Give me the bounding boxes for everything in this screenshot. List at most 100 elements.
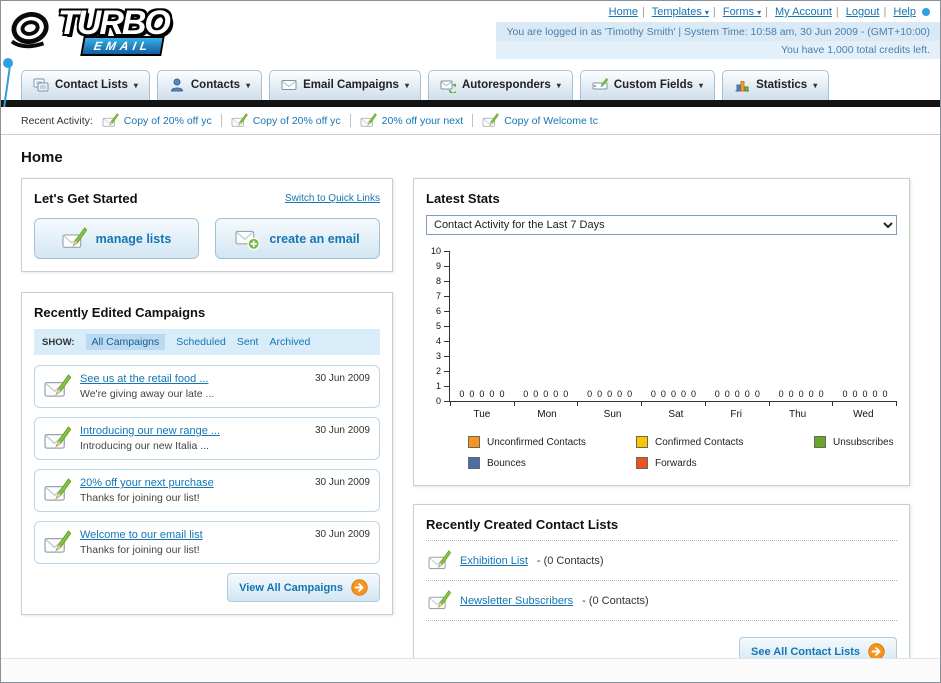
main-nav: Contact Lists ▾ Contacts ▾ Email Campaig…	[1, 65, 940, 100]
tab-all-campaigns[interactable]: All Campaigns	[85, 334, 166, 350]
custom-fields-icon	[592, 78, 608, 90]
nav-tab-contacts[interactable]: Contacts ▾	[156, 70, 263, 100]
tab-scheduled[interactable]: Scheduled	[176, 336, 226, 348]
chart-value-label: 0	[523, 389, 529, 399]
logo-swoosh-icon	[10, 12, 49, 49]
chart-bar-group: 00000	[459, 389, 504, 399]
chart-bar-group: 00000	[779, 389, 824, 399]
chart-y-tick-label: 5	[435, 321, 441, 331]
view-all-campaigns-button[interactable]: View All Campaigns	[227, 573, 380, 602]
switch-quick-links-link[interactable]: Switch to Quick Links	[285, 193, 380, 204]
chart-x-tick	[704, 402, 706, 406]
contact-list-link[interactable]: Newsletter Subscribers	[460, 595, 573, 607]
chevron-down-icon: ▾	[404, 80, 409, 90]
nav-tab-contact-lists[interactable]: Contact Lists ▾	[21, 70, 150, 100]
chart-plot-area: 00000000000000000000000000000000000	[449, 251, 897, 402]
top-link-forms[interactable]: Forms ▾	[723, 6, 761, 18]
campaign-link[interactable]: Welcome to our email list	[80, 529, 300, 541]
link-separator: |	[712, 6, 716, 18]
nav-tab-autoresponders[interactable]: Autoresponders ▾	[427, 70, 573, 100]
chart-x-tick-label: Tue	[473, 409, 491, 420]
top-link-help[interactable]: Help	[893, 6, 916, 18]
create-email-button[interactable]: create an email	[215, 218, 380, 259]
autoresponders-icon	[440, 80, 456, 93]
campaign-date: 30 Jun 2009	[314, 529, 370, 540]
contact-list-items: Exhibition List - (0 Contacts) Newslette…	[426, 540, 897, 621]
chart-plot-groups: 00000000000000000000000000000000000	[450, 389, 897, 399]
recent-activity-item[interactable]: Copy of 20% off yc	[102, 113, 212, 128]
campaign-link[interactable]: 20% off your next purchase	[80, 477, 300, 489]
legend-swatch	[636, 457, 648, 469]
chart-value-label: 0	[714, 389, 720, 399]
campaign-link[interactable]: See us at the retail food ...	[80, 373, 300, 385]
campaign-link[interactable]: Introducing our new range ...	[80, 425, 300, 437]
campaign-item: Welcome to our email list Thanks for joi…	[34, 521, 380, 564]
nav-tab-statistics[interactable]: Statistics ▾	[722, 70, 830, 100]
help-dot-decoration	[922, 8, 930, 17]
manage-lists-label: manage lists	[95, 231, 172, 246]
contact-list-detail: - (0 Contacts)	[536, 554, 604, 567]
top-link-templates[interactable]: Templates ▾	[652, 6, 709, 18]
recent-activity-item[interactable]: Copy of Welcome tc	[482, 113, 598, 128]
email-edit-icon	[44, 530, 71, 553]
statistics-icon	[735, 81, 750, 92]
chart-value-label: 0	[533, 389, 539, 399]
nav-tab-label: Custom Fields	[613, 79, 694, 91]
logo-turbo-text: TURBO	[58, 4, 171, 42]
nav-tab-email-campaigns[interactable]: Email Campaigns ▾	[269, 70, 421, 100]
logo-text: TURBO EMAIL	[58, 4, 171, 56]
manage-lists-button[interactable]: manage lists	[34, 218, 199, 259]
chart-y-tick-label: 1	[435, 381, 441, 391]
top-link-logout[interactable]: Logout	[846, 6, 880, 18]
nav-tab-custom-fields[interactable]: Custom Fields ▾	[579, 70, 716, 100]
show-label: SHOW:	[42, 336, 75, 348]
session-info: You are logged in as 'Timothy Smith' | S…	[496, 22, 940, 41]
chart-x-tick-label: Sat	[668, 409, 684, 420]
recent-activity-item-label: Copy of Welcome tc	[504, 114, 598, 127]
legend-label: Forwards	[655, 457, 697, 469]
divider-bar	[1, 100, 940, 107]
contact-list-link[interactable]: Exhibition List	[460, 555, 528, 567]
chart-value-label: 0	[690, 389, 696, 399]
chevron-down-icon: ▾	[556, 80, 561, 90]
legend-label: Bounces	[487, 457, 526, 469]
recent-contact-lists-box: Recently Created Contact Lists Exhibitio…	[413, 504, 910, 679]
chart-value-label: 0	[882, 389, 888, 399]
logo[interactable]: TURBO EMAIL	[1, 1, 171, 65]
item-separator	[220, 114, 222, 127]
email-edit-icon	[231, 113, 248, 127]
link-separator: |	[883, 6, 887, 18]
chevron-down-icon: ▾	[246, 80, 251, 90]
recent-activity-label: Recent Activity:	[21, 114, 93, 127]
list-edit-icon	[62, 227, 87, 248]
create-email-label: create an email	[269, 231, 360, 246]
top-link-my-account[interactable]: My Account	[775, 6, 832, 18]
tab-sent[interactable]: Sent	[237, 336, 259, 348]
tab-archived[interactable]: Archived	[269, 336, 310, 348]
chart-x-tick-label: Fri	[730, 409, 743, 420]
campaigns-title: Recently Edited Campaigns	[34, 305, 206, 320]
legend-item: Forwards	[636, 457, 814, 469]
header-right: Home | Templates ▾ | Forms ▾ | My Account | …	[496, 1, 940, 65]
legend-label: Unconfirmed Contacts	[487, 436, 586, 448]
stats-period-select[interactable]: Contact Activity for the Last 7 Days	[426, 215, 897, 235]
chart-value-label: 0	[754, 389, 760, 399]
chart-bar-group: 00000	[842, 389, 887, 399]
campaign-date: 30 Jun 2009	[314, 373, 370, 384]
campaign-subtitle: Thanks for joining our list!	[80, 492, 200, 504]
chart-value-label: 0	[479, 389, 485, 399]
chart-x-labels: Tue Mon Sun Sat Fri Thu Wed	[450, 409, 897, 420]
campaign-item: See us at the retail food ... We're givi…	[34, 365, 380, 408]
chart-y-tick-label: 2	[435, 366, 441, 376]
legend-item: Confirmed Contacts	[636, 436, 814, 448]
chart-x-tick-label: Mon	[537, 409, 557, 420]
recent-activity-item-label: Copy of 20% off yc	[252, 114, 341, 127]
recent-activity-item[interactable]: Copy of 20% off yc	[231, 113, 341, 128]
chart-value-label: 0	[808, 389, 814, 399]
chart-y-tick-label: 4	[435, 336, 441, 346]
recent-activity-item[interactable]: 20% off your next	[360, 113, 463, 128]
chart-value-label: 0	[469, 389, 475, 399]
chart-value-label: 0	[660, 389, 666, 399]
nav-tab-label: Contacts	[190, 79, 241, 91]
top-link-home[interactable]: Home	[609, 6, 638, 18]
